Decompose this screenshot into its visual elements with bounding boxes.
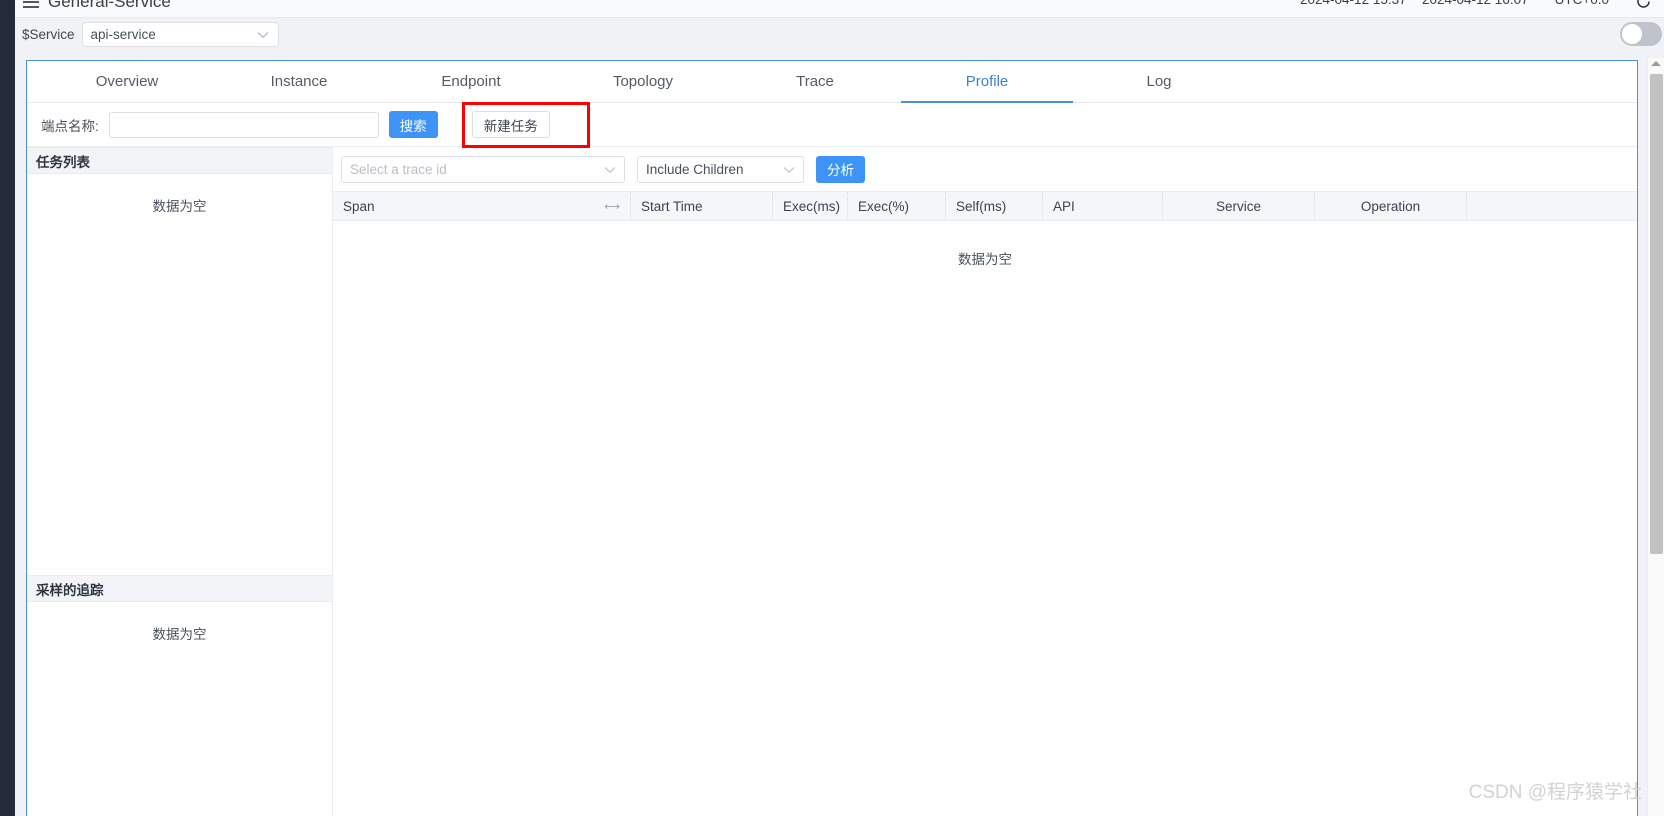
- refresh-icon[interactable]: [1635, 0, 1652, 10]
- column-header-span-label: Span: [343, 198, 375, 214]
- include-children-value: Include Children: [646, 161, 744, 177]
- task-list-panel: 任务列表 数据为空: [27, 147, 332, 575]
- endpoint-name-input[interactable]: [108, 111, 379, 138]
- column-header-exec-pct-label: Exec(%): [858, 198, 910, 214]
- service-dropdown-value: api-service: [90, 27, 156, 42]
- column-header-start-time[interactable]: Start Time: [631, 192, 773, 220]
- chevron-down-icon: [604, 166, 616, 174]
- tab-bar: Overview Instance Endpoint Topology Trac…: [27, 61, 1637, 103]
- search-row: 端点名称: 搜索 新建任务: [27, 101, 1637, 148]
- trace-controls: Select a trace id Include Children 分析: [333, 147, 1637, 191]
- column-header-self-ms-label: Self(ms): [956, 198, 1007, 214]
- chevron-down-icon: [783, 166, 795, 174]
- column-header-service-label: Service: [1215, 198, 1261, 214]
- task-list-header: 任务列表: [27, 147, 332, 174]
- horizontal-resize-icon[interactable]: ⟷: [604, 200, 620, 213]
- left-column: 任务列表 数据为空 采样的追踪 数据为空: [27, 147, 333, 816]
- sampled-traces-empty: 数据为空: [152, 627, 207, 642]
- sampled-traces-panel: 采样的追踪 数据为空: [27, 575, 332, 816]
- trace-id-select[interactable]: Select a trace id: [341, 155, 625, 183]
- main-card: Overview Instance Endpoint Topology Trac…: [26, 60, 1638, 816]
- span-table-empty: 数据为空: [958, 252, 1012, 267]
- service-selector-bar: $Service api-service: [15, 18, 1664, 50]
- watermark: CSDN @程序猿学社: [1468, 782, 1642, 803]
- scrollbar-thumb[interactable]: [1650, 74, 1663, 554]
- column-header-span[interactable]: Span ⟷: [333, 192, 631, 220]
- span-table-header: Span ⟷ Start Time Exec(ms) Exec(%) Self(…: [333, 191, 1637, 221]
- task-list-empty: 数据为空: [152, 199, 207, 214]
- column-header-exec-pct[interactable]: Exec(%): [848, 192, 946, 220]
- tab-log-label: Log: [1146, 73, 1172, 90]
- tab-overview[interactable]: Overview: [41, 61, 213, 102]
- top-bar-left: General-Service: [23, 0, 171, 12]
- tab-topology[interactable]: Topology: [557, 61, 729, 102]
- time-range-display[interactable]: 2024-04-12 15:37 ~ 2024-04-12 16:07: [1300, 0, 1529, 7]
- left-nav-rail[interactable]: [0, 0, 15, 816]
- chevron-down-icon: [257, 31, 269, 39]
- triangle-up-icon[interactable]: [1651, 61, 1661, 66]
- service-label: $Service: [22, 27, 75, 42]
- tab-profile-label: Profile: [965, 73, 1009, 90]
- service-dropdown[interactable]: api-service: [81, 22, 279, 47]
- tab-topology-label: Topology: [612, 73, 674, 90]
- column-header-api-label: API: [1053, 198, 1075, 214]
- tab-endpoint-label: Endpoint: [441, 73, 501, 90]
- top-bar: General-Service 2024-04-12 15:37 ~ 2024-…: [15, 0, 1664, 18]
- column-header-exec-ms[interactable]: Exec(ms): [773, 192, 848, 220]
- endpoint-name-label: 端点名称:: [41, 118, 99, 134]
- tab-log[interactable]: Log: [1073, 61, 1245, 102]
- service-field: $Service api-service: [22, 22, 279, 47]
- tab-trace-label: Trace: [796, 73, 834, 90]
- include-children-select[interactable]: Include Children: [637, 155, 804, 183]
- timezone-label: UTC+0.0: [1555, 0, 1609, 7]
- column-header-service[interactable]: Service: [1163, 192, 1315, 220]
- column-header-exec-ms-label: Exec(ms): [783, 198, 840, 214]
- tab-endpoint[interactable]: Endpoint: [385, 61, 557, 102]
- tab-instance-label: Instance: [270, 73, 328, 90]
- column-header-api[interactable]: API: [1043, 192, 1163, 220]
- column-header-operation[interactable]: Operation: [1315, 192, 1467, 220]
- column-header-operation-label: Operation: [1360, 198, 1421, 214]
- tab-instance[interactable]: Instance: [213, 61, 385, 102]
- auto-refresh-toggle[interactable]: [1620, 22, 1662, 46]
- column-header-start-time-label: Start Time: [641, 198, 703, 214]
- tab-profile[interactable]: Profile: [901, 61, 1073, 103]
- column-header-spacer: [1467, 192, 1637, 220]
- analyze-button[interactable]: 分析: [816, 155, 865, 183]
- toggle-knob: [1622, 24, 1642, 44]
- right-column: Select a trace id Include Children 分析 Sp…: [333, 147, 1637, 816]
- new-task-button[interactable]: 新建任务: [471, 111, 550, 138]
- trace-id-placeholder: Select a trace id: [350, 161, 447, 177]
- hamburger-icon[interactable]: [23, 0, 39, 9]
- tab-overview-label: Overview: [95, 73, 159, 90]
- page-scrollbar[interactable]: [1647, 58, 1664, 816]
- search-button[interactable]: 搜索: [388, 111, 438, 138]
- page-title: General-Service: [48, 0, 171, 11]
- top-bar-right: 2024-04-12 15:37 ~ 2024-04-12 16:07 UTC+…: [1300, 0, 1652, 8]
- app-root: General-Service 2024-04-12 15:37 ~ 2024-…: [0, 0, 1664, 816]
- content-split: 任务列表 数据为空 采样的追踪 数据为空 Select a trace id I…: [27, 147, 1637, 816]
- column-header-self-ms[interactable]: Self(ms): [946, 192, 1043, 220]
- new-task-highlight-box: 新建任务: [461, 101, 590, 148]
- auto-refresh-toggle-wrap: [1620, 22, 1662, 46]
- tab-trace[interactable]: Trace: [729, 61, 901, 102]
- sampled-traces-header: 采样的追踪: [27, 575, 332, 602]
